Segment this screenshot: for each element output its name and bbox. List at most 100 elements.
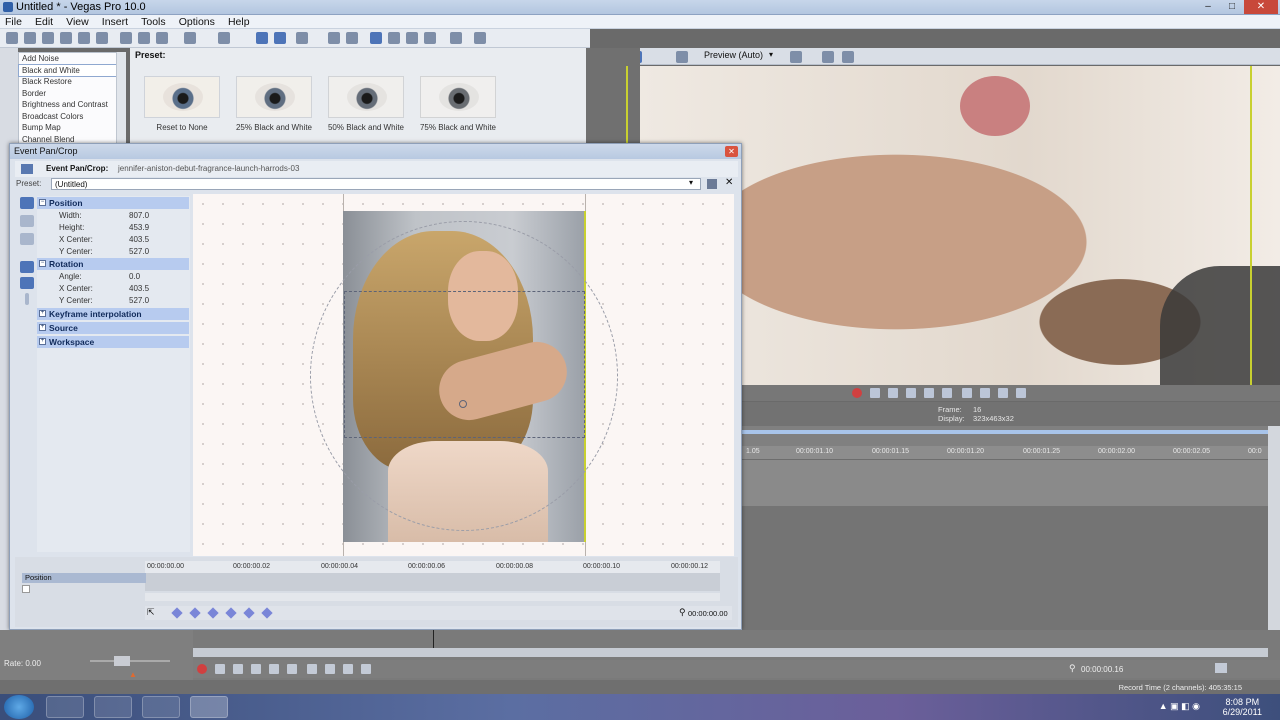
normal-edit-tool-icon[interactable] — [256, 32, 268, 44]
go-to-end-icon[interactable] — [325, 664, 335, 674]
next-keyframe-icon[interactable] — [243, 607, 255, 619]
play-icon[interactable] — [906, 388, 916, 398]
position-track-label[interactable]: Position — [22, 573, 146, 583]
section-position[interactable]: − Position — [37, 197, 189, 209]
play-from-start-icon[interactable] — [888, 388, 898, 398]
property-value[interactable]: 453.9 — [129, 223, 149, 232]
next-frame-icon[interactable] — [361, 664, 371, 674]
property-row[interactable]: X Center: 403.5 — [37, 284, 189, 296]
explorer-taskbar-icon[interactable] — [142, 696, 180, 718]
property-value[interactable]: 0.0 — [129, 272, 140, 281]
section-rotation[interactable]: − Rotation — [37, 258, 189, 270]
property-row[interactable]: Angle: 0.0 — [37, 272, 189, 284]
system-tray-icons[interactable]: ▲ ▣ ◧ ◉ — [1159, 701, 1200, 712]
redo-icon[interactable] — [218, 32, 230, 44]
firefox-taskbar-icon[interactable] — [46, 696, 84, 718]
add-keyframe-icon[interactable] — [207, 607, 219, 619]
save-preset-icon[interactable] — [707, 179, 717, 189]
close-icon[interactable]: ✕ — [1244, 0, 1278, 14]
go-to-start-icon[interactable] — [962, 388, 972, 398]
lock-aspect-icon[interactable] — [20, 277, 34, 289]
delete-preset-icon[interactable]: ✕ — [725, 177, 733, 188]
ignore-grouping-icon[interactable] — [406, 32, 418, 44]
pause-icon[interactable] — [269, 664, 279, 674]
fx-list-scrollbar[interactable] — [116, 52, 126, 144]
auto-ripple-icon[interactable] — [370, 32, 382, 44]
envelope-tool-icon[interactable] — [274, 32, 286, 44]
help-icon[interactable] — [450, 32, 462, 44]
command-prompt-taskbar-icon[interactable] — [94, 696, 132, 718]
edit-details-icon[interactable] — [1215, 663, 1227, 673]
video-fx-list[interactable]: Add Noise Black and White Black Restore … — [18, 52, 126, 144]
expand-icon[interactable]: + — [39, 324, 46, 331]
play-icon[interactable] — [251, 664, 261, 674]
epc-timeline-ruler[interactable]: 00:00:00.00 00:00:00.02 00:00:00.04 00:0… — [145, 561, 720, 573]
next-frame-icon[interactable] — [1016, 388, 1026, 398]
selection-tool-icon[interactable] — [296, 32, 308, 44]
go-to-start-icon[interactable] — [307, 664, 317, 674]
list-item[interactable]: Add Noise — [19, 53, 125, 65]
taskbar-clock[interactable]: 8:08 PM 6/29/2011 — [1223, 697, 1262, 717]
delete-keyframe-icon[interactable] — [225, 607, 237, 619]
list-item[interactable]: Border — [19, 88, 125, 100]
record-icon[interactable] — [197, 664, 207, 674]
menu-edit[interactable]: Edit — [30, 15, 58, 29]
collapse-icon[interactable]: − — [39, 199, 46, 206]
list-item[interactable]: Black Restore — [19, 76, 125, 88]
previous-frame-icon[interactable] — [998, 388, 1008, 398]
property-row[interactable]: Height: 453.9 — [37, 223, 189, 235]
stop-icon[interactable] — [942, 388, 952, 398]
section-source[interactable]: + Source — [37, 322, 189, 334]
timeline-ruler[interactable]: 1.05 00:00:01.10 00:00:01.15 00:00:01.20… — [740, 446, 1268, 460]
split-screen-icon[interactable] — [676, 51, 688, 63]
timeline-vertical-scrollbar[interactable] — [1268, 426, 1280, 656]
start-button[interactable] — [4, 695, 34, 719]
property-value[interactable]: 527.0 — [129, 296, 149, 305]
epc-keyframe-track[interactable] — [145, 573, 720, 591]
rate-slider-thumb[interactable] — [114, 656, 130, 666]
menu-view[interactable]: View — [61, 15, 94, 29]
open-icon[interactable] — [24, 32, 36, 44]
vegas-taskbar-icon[interactable] — [190, 696, 228, 718]
crossfade-icon[interactable] — [424, 32, 436, 44]
minimize-icon[interactable]: – — [1196, 0, 1220, 14]
chevron-down-icon[interactable]: ▾ — [689, 178, 693, 187]
property-row[interactable]: Y Center: 527.0 — [37, 247, 189, 259]
timeline-scroll-strip[interactable] — [740, 430, 1268, 434]
copy-snapshot-icon[interactable] — [822, 51, 834, 63]
list-item[interactable]: Bump Map — [19, 122, 125, 134]
close-icon[interactable]: ✕ — [725, 146, 738, 157]
preview-quality-select[interactable]: Preview (Auto) — [704, 50, 763, 60]
expand-icon[interactable]: + — [39, 310, 46, 317]
first-keyframe-icon[interactable] — [171, 607, 183, 619]
save-snapshot-icon[interactable] — [842, 51, 854, 63]
move-vertical-icon[interactable] — [25, 293, 29, 305]
new-project-icon[interactable] — [6, 32, 18, 44]
list-item[interactable]: Broadcast Colors — [19, 111, 125, 123]
section-workspace[interactable]: + Workspace — [37, 336, 189, 348]
save-icon[interactable] — [42, 32, 54, 44]
rate-slider-track[interactable] — [90, 660, 170, 662]
pause-icon[interactable] — [924, 388, 934, 398]
main-horizontal-scrollbar[interactable] — [193, 648, 1268, 657]
properties-icon[interactable] — [96, 32, 108, 44]
loop-icon[interactable] — [870, 388, 880, 398]
lock-envelopes-icon[interactable] — [388, 32, 400, 44]
menu-help[interactable]: Help — [223, 15, 255, 29]
property-value[interactable]: 403.5 — [129, 284, 149, 293]
search-icon[interactable] — [20, 233, 34, 245]
previous-frame-icon[interactable] — [343, 664, 353, 674]
copy-icon[interactable] — [138, 32, 150, 44]
zoom-tool-icon[interactable] — [328, 32, 340, 44]
property-row[interactable]: Width: 807.0 — [37, 211, 189, 223]
paste-icon[interactable] — [156, 32, 168, 44]
playhead-cursor[interactable] — [433, 630, 434, 648]
epc-horizontal-scrollbar[interactable] — [145, 593, 720, 601]
stop-icon[interactable] — [287, 664, 297, 674]
mask-checkbox[interactable] — [22, 585, 30, 593]
timeline-track-area[interactable] — [740, 460, 1268, 506]
list-item[interactable]: Brightness and Contrast — [19, 99, 125, 111]
cut-icon[interactable] — [120, 32, 132, 44]
maximize-icon[interactable]: □ — [1220, 0, 1244, 14]
snapping-icon[interactable] — [346, 32, 358, 44]
